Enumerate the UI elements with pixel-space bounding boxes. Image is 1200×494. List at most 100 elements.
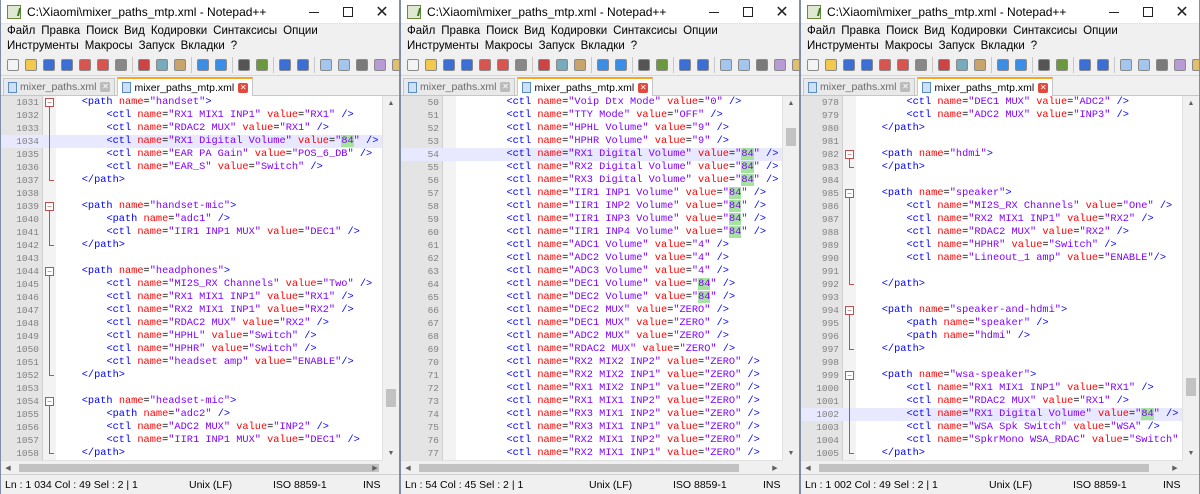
scroll-left-icon[interactable]: ◀ xyxy=(401,461,415,475)
paste-icon[interactable] xyxy=(971,57,988,73)
menu-item[interactable]: Запуск xyxy=(936,39,978,54)
menu-item[interactable]: Вид xyxy=(521,24,548,39)
menu-item[interactable]: Файл xyxy=(4,24,38,39)
menu-item[interactable]: Опции xyxy=(1080,24,1121,39)
code-line[interactable]: 64 <ctl name="DEC1 Volume" value="84" /> xyxy=(401,278,784,291)
cut-icon[interactable] xyxy=(935,57,952,73)
close-window-button[interactable]: ✕ xyxy=(1165,0,1199,24)
scroll-down-icon[interactable]: ▼ xyxy=(1183,446,1199,460)
code-line[interactable]: 1039 <path name="handset-mic"> xyxy=(1,200,384,213)
fold-toggle-icon[interactable]: − xyxy=(45,202,54,211)
code-line[interactable]: 980 </path> xyxy=(801,122,1184,135)
menu-item[interactable]: Кодировки xyxy=(148,24,210,39)
vertical-scrollbar[interactable]: ▲ ▼ xyxy=(782,96,799,460)
print-icon[interactable] xyxy=(112,57,129,73)
sync-v-icon[interactable] xyxy=(1117,57,1134,73)
find-icon[interactable] xyxy=(1035,57,1052,73)
cut-icon[interactable] xyxy=(135,57,152,73)
code-line[interactable]: 55 <ctl name="RX2 Digital Volume" value=… xyxy=(401,161,784,174)
code-line[interactable]: 1047 <ctl name="RX2 MIX1 INP1" value="RX… xyxy=(1,304,384,317)
zoom-out-icon[interactable] xyxy=(694,57,711,73)
print-icon[interactable] xyxy=(512,57,529,73)
code-line[interactable]: 67 <ctl name="DEC1 MUX" value="ZERO" /> xyxy=(401,317,784,330)
open-file-icon[interactable] xyxy=(22,57,39,73)
undo-icon[interactable] xyxy=(194,57,211,73)
code-line[interactable]: 1042 </path> xyxy=(1,239,384,252)
save-all-icon[interactable] xyxy=(458,57,475,73)
paste-icon[interactable] xyxy=(571,57,588,73)
menu-item[interactable]: Кодировки xyxy=(548,24,610,39)
maximize-button[interactable] xyxy=(1131,0,1165,24)
code-line[interactable]: 1049 <ctl name="HPHL" value="Switch" /> xyxy=(1,330,384,343)
code-line[interactable]: 985 <path name="speaker"> xyxy=(801,187,1184,200)
code-line[interactable]: 1005 </path> xyxy=(801,447,1184,460)
menu-item[interactable]: Инструменты xyxy=(804,39,882,54)
menu-item[interactable]: Вкладки xyxy=(578,39,628,54)
close-tab-icon[interactable]: ✕ xyxy=(100,82,111,92)
code-line[interactable]: 69 <ctl name="RDAC2 MUX" value="ZERO" /> xyxy=(401,343,784,356)
code-line[interactable]: 1032 <ctl name="RX1 MIX1 INP1" value="RX… xyxy=(1,109,384,122)
menu-item[interactable]: Инструменты xyxy=(4,39,82,54)
code-line[interactable]: 1034 <ctl name="RX1 Digital Volume" valu… xyxy=(1,135,384,148)
maximize-button[interactable] xyxy=(731,0,765,24)
show-all-icon[interactable] xyxy=(389,57,399,73)
code-line[interactable]: 1053 xyxy=(1,382,384,395)
scroll-left-icon[interactable]: ◀ xyxy=(1,461,15,475)
code-line[interactable]: 75 <ctl name="RX3 MIX1 INP1" value="ZERO… xyxy=(401,421,784,434)
sync-v-icon[interactable] xyxy=(317,57,334,73)
replace-icon[interactable] xyxy=(1053,57,1070,73)
code-line[interactable]: 1037 </path> xyxy=(1,174,384,187)
code-line[interactable]: 60 <ctl name="IIR1 INP4 Volume" value="8… xyxy=(401,226,784,239)
wrap-icon[interactable] xyxy=(353,57,370,73)
menu-item[interactable]: Правка xyxy=(38,24,83,39)
code-line[interactable]: 57 <ctl name="IIR1 INP1 Volume" value="8… xyxy=(401,187,784,200)
menu-item[interactable]: Поиск xyxy=(883,24,921,39)
scroll-thumb[interactable] xyxy=(386,389,396,407)
code-line[interactable]: 70 <ctl name="RX2 MIX2 INP2" value="ZERO… xyxy=(401,356,784,369)
cut-icon[interactable] xyxy=(535,57,552,73)
close-all-icon[interactable] xyxy=(494,57,511,73)
notepadpp-app-icon[interactable] xyxy=(807,4,821,19)
copy-icon[interactable] xyxy=(953,57,970,73)
scroll-thumb[interactable] xyxy=(1186,378,1196,396)
code-line[interactable]: 1003 <ctl name="WSA Spk Switch" value="W… xyxy=(801,421,1184,434)
new-file-icon[interactable] xyxy=(804,57,821,73)
code-line[interactable]: 71 <ctl name="RX2 MIX2 INP1" value="ZERO… xyxy=(401,369,784,382)
menu-item[interactable]: ? xyxy=(228,39,240,54)
scroll-up-icon[interactable]: ▲ xyxy=(383,96,399,110)
zoom-in-icon[interactable] xyxy=(1076,57,1093,73)
vertical-scrollbar[interactable]: ▲ ▼ xyxy=(1182,96,1199,460)
replace-icon[interactable] xyxy=(653,57,670,73)
code-line[interactable]: 76 <ctl name="RX2 MIX1 INP2" value="ZERO… xyxy=(401,434,784,447)
copy-icon[interactable] xyxy=(553,57,570,73)
h-scroll-thumb[interactable] xyxy=(819,464,1149,472)
menu-item[interactable]: Вкладки xyxy=(178,39,228,54)
redo-icon[interactable] xyxy=(1012,57,1029,73)
menu-item[interactable]: Правка xyxy=(838,24,883,39)
code-line[interactable]: 54 <ctl name="RX1 Digital Volume" value=… xyxy=(401,148,784,161)
sync-h-icon[interactable] xyxy=(1135,57,1152,73)
tab-mixer-paths-mtp[interactable]: mixer_paths_mtp.xml ✕ xyxy=(517,77,654,96)
code-line[interactable]: 66 <ctl name="DEC2 MUX" value="ZERO" /> xyxy=(401,304,784,317)
code-line[interactable]: 73 <ctl name="RX1 MIX1 INP2" value="ZERO… xyxy=(401,395,784,408)
minimize-button[interactable] xyxy=(1097,0,1131,24)
code-line[interactable]: 1036 <ctl name="EAR_S" value="Switch" /> xyxy=(1,161,384,174)
menu-item[interactable]: Макросы xyxy=(882,39,936,54)
code-line[interactable]: 1004 <ctl name="SpkrMono WSA_RDAC" value… xyxy=(801,434,1184,447)
menu-item[interactable]: Запуск xyxy=(136,39,178,54)
menu-item[interactable]: ? xyxy=(1028,39,1040,54)
find-icon[interactable] xyxy=(235,57,252,73)
menu-item[interactable]: Вид xyxy=(921,24,948,39)
save-icon[interactable] xyxy=(440,57,457,73)
code-line[interactable]: 990 <ctl name="Lineout_1 amp" value="ENA… xyxy=(801,252,1184,265)
undo-icon[interactable] xyxy=(994,57,1011,73)
code-line[interactable]: 986 <ctl name="MI2S_RX Channels" value="… xyxy=(801,200,1184,213)
close-icon[interactable] xyxy=(76,57,93,73)
tab-mixer-paths-mtp[interactable]: mixer_paths_mtp.xml ✕ xyxy=(917,77,1054,96)
code-line[interactable]: 1044 <path name="headphones"> xyxy=(1,265,384,278)
replace-icon[interactable] xyxy=(253,57,270,73)
close-all-icon[interactable] xyxy=(94,57,111,73)
code-line[interactable]: 1050 <ctl name="HPHR" value="Switch" /> xyxy=(1,343,384,356)
code-line[interactable]: 978 <ctl name="DEC1 MUX" value="ADC2" /> xyxy=(801,96,1184,109)
menu-item[interactable]: ? xyxy=(628,39,640,54)
